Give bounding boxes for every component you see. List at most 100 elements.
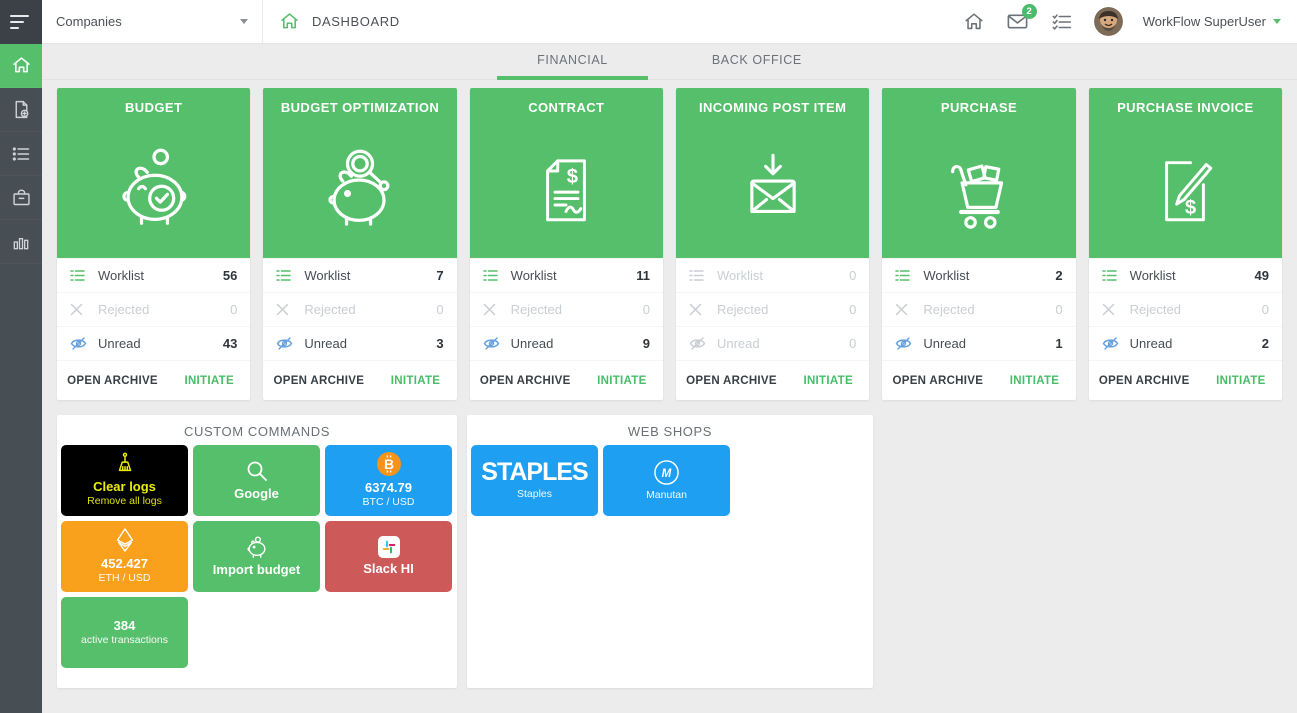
tile-eth-rate[interactable]: 452.427 ETH / USD [61,521,188,592]
worklist-row[interactable]: Worklist 7 [263,258,456,292]
lower-panels: CUSTOM COMMANDS Clear logs Remove all lo… [57,415,1282,688]
unread-count: 9 [643,336,650,351]
initiate-button[interactable]: INITIATE [993,375,1075,387]
custom-commands-tiles: Clear logs Remove all logs Google [57,445,457,668]
tile-staples[interactable]: STAPLES Staples [471,445,598,516]
card-budget-header[interactable]: BUDGET [57,88,250,258]
card-contract-header[interactable]: CONTRACT $ [470,88,663,258]
checklist-icon [1051,11,1073,33]
custom-commands-panel: CUSTOM COMMANDS Clear logs Remove all lo… [57,415,457,688]
magnifier-icon [245,459,269,483]
piggy-bank-magnifier-icon [312,143,408,244]
initiate-button[interactable]: INITIATE [1200,375,1282,387]
user-avatar[interactable] [1094,7,1123,36]
tile-google[interactable]: Google [193,445,320,516]
worklist-icon [689,269,706,282]
rejected-row[interactable]: Rejected 0 [676,292,869,326]
tile-btc-rate[interactable]: B 6374.79 BTC / USD [325,445,452,516]
user-menu[interactable]: WorkFlow SuperUser [1143,14,1281,29]
sidebar-item-new-document[interactable] [0,88,42,132]
open-archive-button[interactable]: OPEN ARCHIVE [263,375,374,387]
home-icon [279,11,300,32]
tile-manutan[interactable]: M Manutan [603,445,730,516]
card-title: INCOMING POST ITEM [676,100,869,115]
card-purchase-invoice-header[interactable]: PURCHASE INVOICE $ [1089,88,1282,258]
open-archive-button[interactable]: OPEN ARCHIVE [1089,375,1200,387]
unread-eye-slash-icon [70,337,87,350]
initiate-button[interactable]: INITIATE [168,375,250,387]
unread-row[interactable]: Unread 0 [676,326,869,360]
sidebar-item-reports[interactable] [0,220,42,264]
hamburger-menu-button[interactable] [0,0,42,44]
piggy-bank-check-icon [106,143,202,244]
slack-icon [378,536,400,558]
sidebar-item-dashboard[interactable] [0,44,42,88]
archive-box-icon [11,187,32,208]
card-budget: BUDGET [57,88,250,400]
unread-row[interactable]: Unread 2 [1089,326,1282,360]
worklist-row[interactable]: Worklist 2 [882,258,1075,292]
card-incoming-post-item-header[interactable]: INCOMING POST ITEM [676,88,869,258]
topbar-actions: 2 Wo [962,0,1297,43]
company-selector-dropdown[interactable]: Companies [42,0,263,43]
rejected-row[interactable]: Rejected 0 [1089,292,1282,326]
sidebar-item-worklist[interactable] [0,132,42,176]
rejected-row[interactable]: Rejected 0 [882,292,1075,326]
invoice-pencil-icon: $ [1139,144,1231,241]
tile-slack-hi[interactable]: Slack HI [325,521,452,592]
rejected-count: 0 [1055,302,1062,317]
worklist-row[interactable]: Worklist 49 [1089,258,1282,292]
unread-eye-slash-icon [895,337,912,350]
svg-text:$: $ [1185,197,1196,219]
initiate-button[interactable]: INITIATE [581,375,663,387]
card-contract: CONTRACT $ [470,88,663,400]
card-purchase-header[interactable]: PURCHASE [882,88,1075,258]
rejected-count: 0 [230,302,237,317]
tab-financial[interactable]: FINANCIAL [497,44,648,80]
worklist-row[interactable]: Worklist 11 [470,258,663,292]
tile-active-transactions[interactable]: 384 active transactions [61,597,188,668]
panel-title: CUSTOM COMMANDS [57,415,457,445]
worklist-count: 7 [436,268,443,283]
process-cards: BUDGET [57,88,1282,400]
home-icon [11,55,32,76]
worklist-row[interactable]: Worklist 0 [676,258,869,292]
rejected-count: 0 [436,302,443,317]
card-budget-optimization: BUDGET OPTIMIZATION [263,88,456,400]
tab-back-office[interactable]: BACK OFFICE [672,44,842,80]
open-archive-button[interactable]: OPEN ARCHIVE [676,375,787,387]
unread-row[interactable]: Unread 3 [263,326,456,360]
unread-row[interactable]: Unread 1 [882,326,1075,360]
sidebar-item-archive[interactable] [0,176,42,220]
initiate-button[interactable]: INITIATE [374,375,456,387]
rejected-icon [276,303,293,316]
card-budget-optimization-header[interactable]: BUDGET OPTIMIZATION [263,88,456,258]
rejected-row[interactable]: Rejected 0 [470,292,663,326]
initiate-button[interactable]: INITIATE [787,375,869,387]
tile-import-budget[interactable]: Import budget [193,521,320,592]
sidebar-nav [0,44,42,713]
web-shops-panel: WEB SHOPS STAPLES Staples M [467,415,873,688]
worklist-menu-button[interactable] [1050,10,1074,34]
card-footer: OPEN ARCHIVE INITIATE [470,360,663,400]
open-archive-button[interactable]: OPEN ARCHIVE [882,375,993,387]
open-archive-button[interactable]: OPEN ARCHIVE [470,375,581,387]
list-icon [11,144,31,164]
home-button[interactable] [962,10,986,34]
tile-clear-logs[interactable]: Clear logs Remove all logs [61,445,188,516]
unread-count: 1 [1055,336,1062,351]
worklist-count: 11 [636,268,650,283]
card-footer: OPEN ARCHIVE INITIATE [882,360,1075,400]
piggy-bank-icon [244,535,270,559]
messages-button[interactable]: 2 [1006,10,1030,34]
unread-row[interactable]: Unread 9 [470,326,663,360]
open-archive-button[interactable]: OPEN ARCHIVE [57,375,168,387]
card-title: CONTRACT [470,100,663,115]
unread-row[interactable]: Unread 43 [57,326,250,360]
rejected-row[interactable]: Rejected 0 [263,292,456,326]
worklist-row[interactable]: Worklist 56 [57,258,250,292]
chevron-down-icon [1273,19,1281,24]
rejected-row[interactable]: Rejected 0 [57,292,250,326]
unread-eye-slash-icon [276,337,293,350]
card-title: PURCHASE INVOICE [1089,100,1282,115]
